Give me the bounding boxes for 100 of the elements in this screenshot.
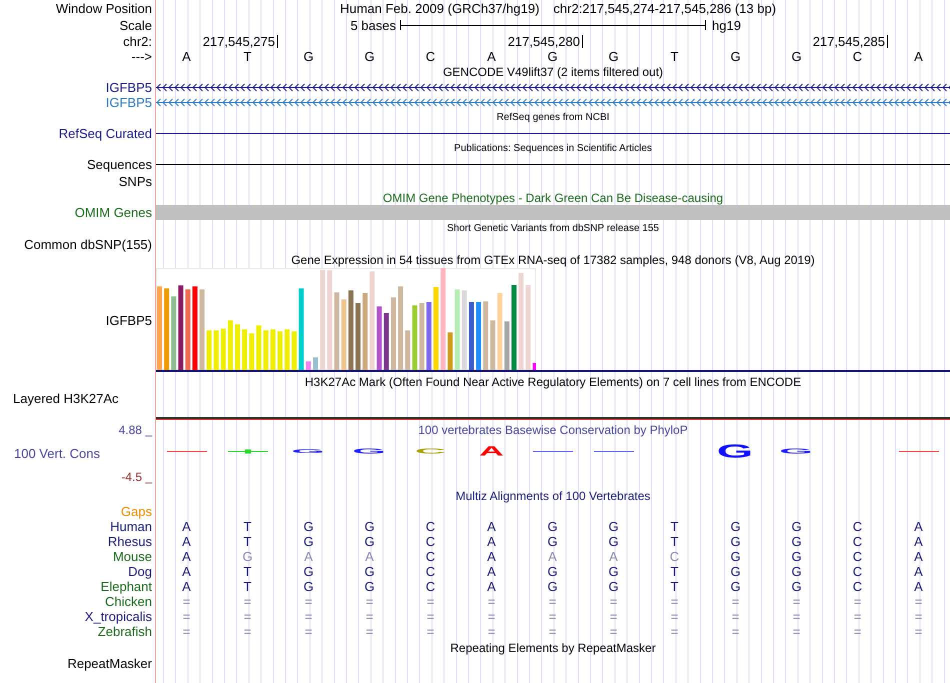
track-label[interactable]: Scale <box>119 18 152 32</box>
track-label[interactable]: RefSeq Curated <box>58 127 152 140</box>
track-title: Multiz Alignments of 100 Vertebrates <box>456 490 650 502</box>
alignment-base: = <box>670 595 678 608</box>
track-label[interactable]: Common dbSNP(155) <box>24 238 152 251</box>
alignment-base: C <box>426 535 436 548</box>
alignment-base: T <box>670 565 678 578</box>
track-label[interactable]: RepeatMasker <box>67 657 152 670</box>
alignment-base: = <box>732 625 740 638</box>
position-label: 217,545,275 <box>202 34 275 48</box>
alignment-base: A <box>487 580 496 593</box>
alignment-base: = <box>670 625 678 638</box>
base-letter: G <box>364 50 375 63</box>
alignment-base: T <box>244 580 252 593</box>
alignment-base: G <box>547 580 558 593</box>
base-letter: A <box>487 50 496 63</box>
track-label[interactable]: Rhesus <box>108 535 152 548</box>
alignment-base: G <box>608 535 619 548</box>
alignment-base: C <box>426 565 436 578</box>
track-label[interactable]: Chicken <box>105 595 152 608</box>
alignment-base: G <box>730 580 741 593</box>
alignment-base: = <box>670 610 678 623</box>
alignment-base: A <box>914 580 923 593</box>
alignment-base: G <box>303 520 314 533</box>
alignment-base: G <box>791 580 802 593</box>
alignment-base: G <box>547 535 558 548</box>
alignment-base: = <box>244 625 252 638</box>
track-label[interactable]: SNPs <box>118 174 152 188</box>
track-label[interactable]: Human <box>110 520 152 533</box>
alignment-base: A <box>182 580 191 593</box>
track-label[interactable]: chr2: <box>123 34 152 48</box>
alignment-base: = <box>488 610 496 623</box>
base-letter: T <box>670 50 678 63</box>
track-label[interactable]: Layered H3K27Ac <box>13 392 119 405</box>
alignment-base: = <box>426 610 434 623</box>
alignment-base: = <box>792 610 800 623</box>
alignment-base: G <box>730 550 741 563</box>
alignment-base: = <box>610 595 618 608</box>
track-label[interactable]: IGFBP5 <box>106 314 152 326</box>
alignment-base: T <box>244 535 252 548</box>
track-label[interactable]: 100 Vert. Cons <box>14 447 152 460</box>
track-label[interactable]: Sequences <box>86 158 152 171</box>
alignment-base: A <box>182 535 191 548</box>
alignment-base: = <box>548 595 556 608</box>
alignment-base: A <box>487 550 496 563</box>
track-label[interactable]: Window Position <box>56 2 152 15</box>
alignment-base: G <box>364 580 375 593</box>
alignment-base: = <box>792 625 800 638</box>
track-label[interactable]: Dog <box>128 565 152 578</box>
alignment-base: G <box>303 535 314 548</box>
alignment-base: = <box>610 625 618 638</box>
track-label[interactable]: IGFBP5 <box>106 96 152 109</box>
base-letter: G <box>608 50 619 63</box>
position-tick <box>277 34 278 48</box>
track-label[interactable]: Zebrafish <box>98 625 152 638</box>
track-label[interactable]: ---> <box>131 50 152 63</box>
alignment-base: G <box>791 520 802 533</box>
alignment-base: = <box>548 610 556 623</box>
track-label[interactable]: X_tropicalis <box>84 610 152 623</box>
track-label[interactable]: Elephant <box>100 580 152 593</box>
alignment-base: A <box>487 520 496 533</box>
alignment-base: G <box>242 550 253 563</box>
alignment-base: A <box>487 565 496 578</box>
expression-bars-drawing[interactable] <box>156 268 536 370</box>
alignment-base: = <box>304 595 312 608</box>
alignment-base: T <box>670 580 678 593</box>
alignment-base: T <box>244 565 252 578</box>
alignment-base: T <box>670 535 678 548</box>
track-title: Publications: Sequences in Scientific Articles <box>454 144 652 154</box>
scale-text: 5 bases <box>350 18 396 32</box>
alignment-base: C <box>426 520 436 533</box>
track-title: H3K27Ac Mark (Often Found Near Active Regulatory Elements) on 7 cell lines from ENCODE <box>304 376 802 388</box>
base-letter: C <box>852 50 862 63</box>
alignment-base: G <box>608 565 619 578</box>
track-title: RefSeq genes from NCBI <box>496 113 610 123</box>
position-label: 217,545,280 <box>508 34 580 48</box>
track-label[interactable]: OMIM Genes <box>74 206 152 219</box>
alignment-base: G <box>364 535 375 548</box>
alignment-base: A <box>914 565 923 578</box>
base-letter: G <box>791 50 802 63</box>
alignment-base: G <box>730 520 741 533</box>
base-letter: G <box>730 50 741 63</box>
track-label[interactable]: IGFBP5 <box>106 81 152 94</box>
alignment-base: = <box>854 625 862 638</box>
signal-line[interactable] <box>156 417 950 420</box>
alignment-base: C <box>852 535 862 548</box>
assembly-label: hg19 <box>712 18 741 32</box>
alignment-base: A <box>914 550 923 563</box>
alignment-base: T <box>244 520 252 533</box>
alignment-base: C <box>852 565 862 578</box>
alignment-base: C <box>426 550 436 563</box>
track-label[interactable]: Mouse <box>112 550 152 563</box>
alignment-base: = <box>732 610 740 623</box>
alignment-base: G <box>364 565 375 578</box>
alignment-base: = <box>914 610 922 623</box>
alignment-base: C <box>852 520 862 533</box>
base-letter: A <box>914 50 923 63</box>
axis-min-label: -4.5 _ <box>121 471 152 483</box>
alignment-base: C <box>852 580 862 593</box>
alignment-base: = <box>182 610 190 623</box>
